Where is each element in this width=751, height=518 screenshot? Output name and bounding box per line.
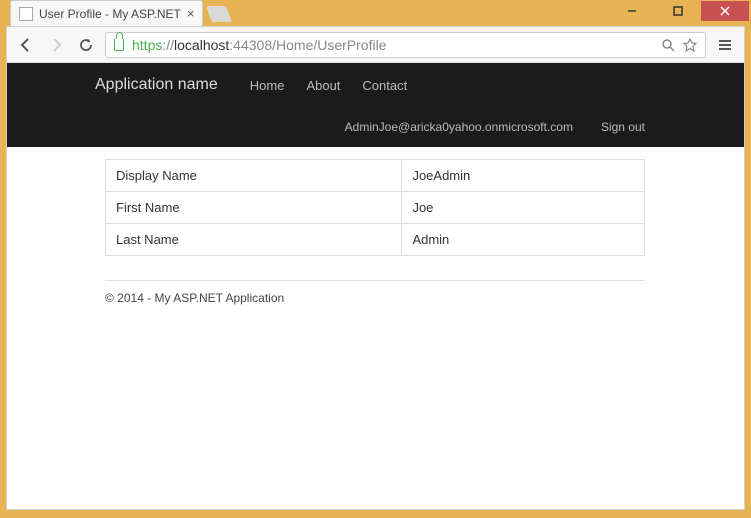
tab-title: User Profile - My ASP.NET (39, 7, 181, 21)
arrow-right-icon (48, 37, 64, 53)
nav-home[interactable]: Home (250, 78, 285, 93)
star-icon[interactable] (683, 38, 697, 52)
nav-about[interactable]: About (306, 78, 340, 93)
browser-toolbar: https://localhost:44308/Home/UserProfile (7, 27, 744, 63)
reload-button[interactable] (75, 34, 97, 56)
field-label: Last Name (106, 224, 402, 256)
browser-window: User Profile - My ASP.NET × https://loca… (0, 0, 751, 518)
app-navbar: Application name Home About Contact Admi… (7, 63, 744, 147)
url-text: https://localhost:44308/Home/UserProfile (132, 37, 387, 53)
address-bar[interactable]: https://localhost:44308/Home/UserProfile (105, 32, 706, 58)
search-icon[interactable] (661, 38, 675, 52)
nav-contact[interactable]: Contact (362, 78, 407, 93)
user-email[interactable]: AdminJoe@aricka0yahoo.onmicrosoft.com (345, 120, 573, 134)
main-content: Display Name JoeAdmin First Name Joe Las… (105, 159, 645, 305)
navbar-primary: Application name Home About Contact (95, 63, 655, 107)
field-label: First Name (106, 192, 402, 224)
field-value: Admin (402, 224, 645, 256)
lock-icon (114, 39, 124, 51)
favicon-icon (19, 7, 33, 21)
url-path: /Home/UserProfile (272, 37, 386, 53)
url-host: localhost (174, 37, 229, 53)
url-scheme: https (132, 37, 162, 53)
field-value: JoeAdmin (402, 160, 645, 192)
tab-strip: User Profile - My ASP.NET × (0, 0, 751, 26)
menu-button[interactable] (714, 34, 736, 56)
url-port: :44308 (229, 37, 272, 53)
browser-chrome: https://localhost:44308/Home/UserProfile… (6, 26, 745, 510)
footer-text: © 2014 - My ASP.NET Application (105, 291, 645, 305)
reload-icon (78, 37, 94, 53)
tab-close-icon[interactable]: × (187, 6, 195, 21)
table-row: Last Name Admin (106, 224, 645, 256)
profile-table: Display Name JoeAdmin First Name Joe Las… (105, 159, 645, 256)
table-row: First Name Joe (106, 192, 645, 224)
table-row: Display Name JoeAdmin (106, 160, 645, 192)
field-label: Display Name (106, 160, 402, 192)
divider (105, 280, 645, 281)
signout-link[interactable]: Sign out (601, 120, 645, 134)
new-tab-button[interactable] (207, 6, 233, 22)
browser-tab[interactable]: User Profile - My ASP.NET × (10, 0, 203, 26)
page-content: Application name Home About Contact Admi… (7, 63, 744, 509)
brand-link[interactable]: Application name (95, 76, 218, 94)
arrow-left-icon (18, 37, 34, 53)
navbar-secondary: AdminJoe@aricka0yahoo.onmicrosoft.com Si… (95, 107, 655, 147)
field-value: Joe (402, 192, 645, 224)
hamburger-icon (717, 37, 733, 53)
back-button[interactable] (15, 34, 37, 56)
forward-button[interactable] (45, 34, 67, 56)
